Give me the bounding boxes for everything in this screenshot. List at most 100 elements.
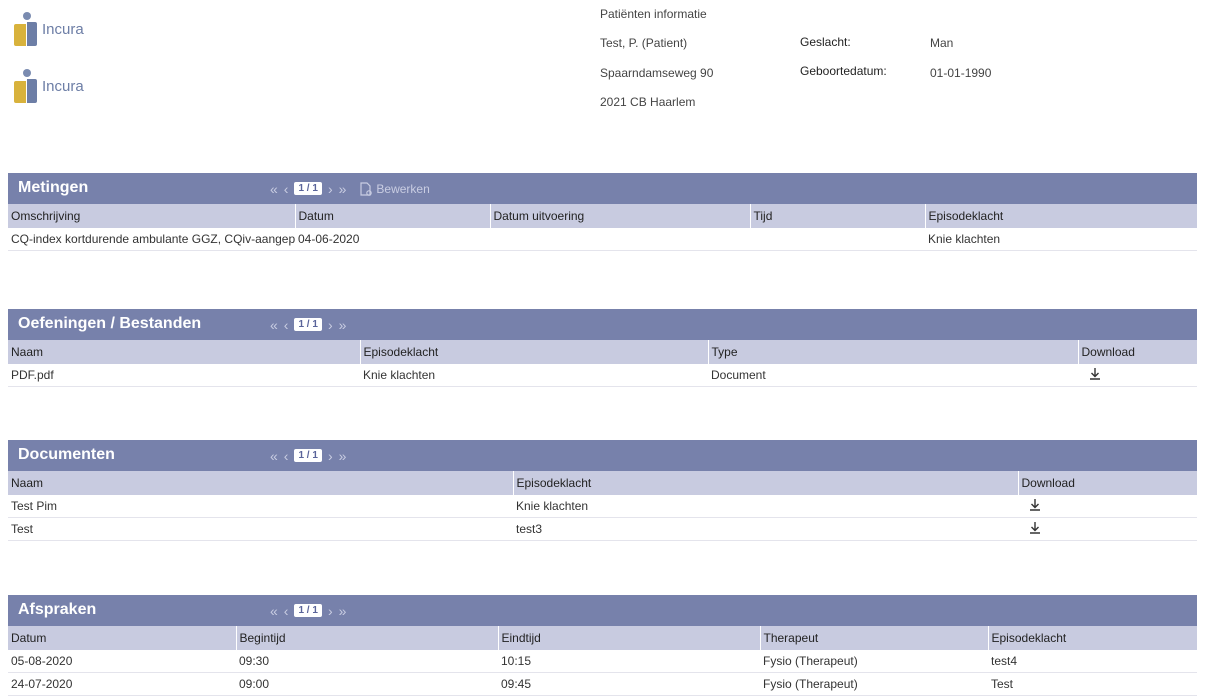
cell-episodeklacht: Knie klachten	[925, 228, 1197, 251]
metingen-section: Metingen « ‹ 1 / 1 › » Bewerken Omschrij…	[8, 173, 1197, 251]
next-page-button[interactable]: ›	[328, 603, 333, 619]
cell-therapeut: Fysio (Therapeut)	[760, 650, 988, 673]
col-therapeut[interactable]: Therapeut	[759, 626, 988, 650]
documenten-section: Documenten « ‹ 1 / 1 › » Naam Episodekla…	[8, 440, 1197, 541]
table-row[interactable]: CQ-index kortdurende ambulante GGZ, CQiv…	[8, 228, 1197, 251]
cell-naam: Test Pim	[8, 495, 513, 518]
last-page-button[interactable]: »	[339, 603, 347, 619]
afspraken-section: Afspraken « ‹ 1 / 1 › » Datum Begintijd …	[8, 595, 1197, 696]
page-indicator: 1 / 1	[294, 449, 322, 462]
first-page-button[interactable]: «	[270, 603, 278, 619]
col-episodeklacht[interactable]: Episodeklacht	[359, 340, 708, 364]
next-page-button[interactable]: ›	[328, 181, 333, 197]
col-datum[interactable]: Datum	[294, 204, 490, 228]
col-episodeklacht[interactable]: Episodeklacht	[512, 471, 1018, 495]
dob-label: Geboortedatum:	[800, 64, 887, 78]
incura-logo: Incura	[14, 12, 134, 46]
col-begintijd[interactable]: Begintijd	[235, 626, 498, 650]
col-episodeklacht[interactable]: Episodeklacht	[924, 204, 1197, 228]
documenten-pager: « ‹ 1 / 1 › »	[270, 440, 352, 471]
page-indicator: 1 / 1	[294, 604, 322, 617]
col-naam[interactable]: Naam	[8, 340, 360, 364]
cell-naam: Test	[8, 517, 513, 541]
documenten-header: Documenten « ‹ 1 / 1 › »	[8, 440, 1197, 471]
download-arrow-icon[interactable]	[1029, 521, 1041, 534]
oefeningen-header: Oefeningen / Bestanden « ‹ 1 / 1 › »	[8, 309, 1197, 340]
table-row[interactable]: PDF.pdf Knie klachten Document	[8, 364, 1197, 387]
cell-episodeklacht: test4	[988, 650, 1197, 673]
metingen-table: Omschrijving Datum Datum uitvoering Tijd…	[8, 204, 1197, 251]
metingen-title: Metingen	[18, 179, 89, 196]
col-eindtijd[interactable]: Eindtijd	[497, 626, 760, 650]
prev-page-button[interactable]: ‹	[284, 603, 289, 619]
oefeningen-section: Oefeningen / Bestanden « ‹ 1 / 1 › » Naa…	[8, 309, 1197, 387]
col-datum[interactable]: Datum	[8, 626, 236, 650]
cell-eindtijd: 10:15	[498, 650, 760, 673]
document-edit-icon	[360, 181, 373, 196]
col-naam[interactable]: Naam	[8, 471, 513, 495]
afspraken-pager: « ‹ 1 / 1 › »	[270, 595, 352, 626]
cell-episodeklacht: Knie klachten	[360, 364, 708, 387]
cell-tijd	[750, 228, 925, 251]
first-page-button[interactable]: «	[270, 181, 278, 197]
documenten-table: Naam Episodeklacht Download Test Pim Kni…	[8, 471, 1197, 541]
cell-datum-uitvoering	[490, 228, 750, 251]
patient-info-heading: Patiënten informatie	[600, 7, 707, 21]
table-row[interactable]: Test test3	[8, 517, 1197, 541]
incura-logo-mark	[14, 12, 44, 46]
cell-download	[1018, 495, 1197, 518]
patient-name: Test, P. (Patient)	[600, 36, 688, 50]
metingen-header: Metingen « ‹ 1 / 1 › » Bewerken	[8, 173, 1197, 204]
cell-begintijd: 09:30	[236, 650, 498, 673]
afspraken-title: Afspraken	[18, 601, 97, 618]
edit-label: Bewerken	[376, 181, 430, 196]
col-tijd[interactable]: Tijd	[749, 204, 925, 228]
cell-type: Document	[708, 364, 1078, 387]
col-omschrijving[interactable]: Omschrijving	[8, 204, 295, 228]
col-datum-uitvoering[interactable]: Datum uitvoering	[489, 204, 750, 228]
oefeningen-table: Naam Episodeklacht Type Download PDF.pdf…	[8, 340, 1197, 387]
first-page-button[interactable]: «	[270, 317, 278, 333]
dob-value: 01-01-1990	[930, 66, 992, 80]
incura-logo-text: Incura	[42, 21, 84, 38]
first-page-button[interactable]: «	[270, 448, 278, 464]
next-page-button[interactable]: ›	[328, 317, 333, 333]
table-row[interactable]: 05-08-2020 09:30 10:15 Fysio (Therapeut)…	[8, 650, 1197, 673]
col-download: Download	[1077, 340, 1197, 364]
cell-eindtijd: 09:45	[498, 672, 760, 696]
col-type[interactable]: Type	[707, 340, 1078, 364]
last-page-button[interactable]: »	[339, 181, 347, 197]
last-page-button[interactable]: »	[339, 448, 347, 464]
cell-episodeklacht: Knie klachten	[513, 495, 1018, 518]
gender-value: Man	[930, 36, 954, 50]
last-page-button[interactable]: »	[339, 317, 347, 333]
cell-omschrijving: CQ-index kortdurende ambulante GGZ, CQiv…	[8, 228, 295, 251]
metingen-pager: « ‹ 1 / 1 › » Bewerken	[270, 173, 442, 204]
incura-logo-mark	[14, 69, 44, 103]
afspraken-table: Datum Begintijd Eindtijd Therapeut Episo…	[8, 626, 1197, 696]
prev-page-button[interactable]: ‹	[284, 448, 289, 464]
col-episodeklacht[interactable]: Episodeklacht	[987, 626, 1197, 650]
cell-episodeklacht: Test	[988, 672, 1197, 696]
page-indicator: 1 / 1	[294, 318, 322, 331]
download-arrow-icon[interactable]	[1089, 367, 1101, 380]
cell-datum: 05-08-2020	[8, 650, 236, 673]
cell-datum: 04-06-2020	[295, 228, 490, 251]
edit-button[interactable]: Bewerken	[360, 182, 435, 196]
table-row[interactable]: 24-07-2020 09:00 09:45 Fysio (Therapeut)…	[8, 672, 1197, 696]
oefeningen-pager: « ‹ 1 / 1 › »	[270, 309, 352, 340]
documenten-title: Documenten	[18, 446, 115, 463]
cell-episodeklacht: test3	[513, 517, 1018, 541]
cell-begintijd: 09:00	[236, 672, 498, 696]
download-arrow-icon[interactable]	[1029, 498, 1041, 511]
next-page-button[interactable]: ›	[328, 448, 333, 464]
cell-download	[1018, 517, 1197, 541]
cell-download	[1078, 364, 1197, 387]
page-indicator: 1 / 1	[294, 182, 322, 195]
patient-city: 2021 CB Haarlem	[600, 95, 696, 109]
table-row[interactable]: Test Pim Knie klachten	[8, 495, 1197, 518]
incura-logo-text: Incura	[42, 78, 84, 95]
cell-naam: PDF.pdf	[8, 364, 360, 387]
prev-page-button[interactable]: ‹	[284, 181, 289, 197]
prev-page-button[interactable]: ‹	[284, 317, 289, 333]
